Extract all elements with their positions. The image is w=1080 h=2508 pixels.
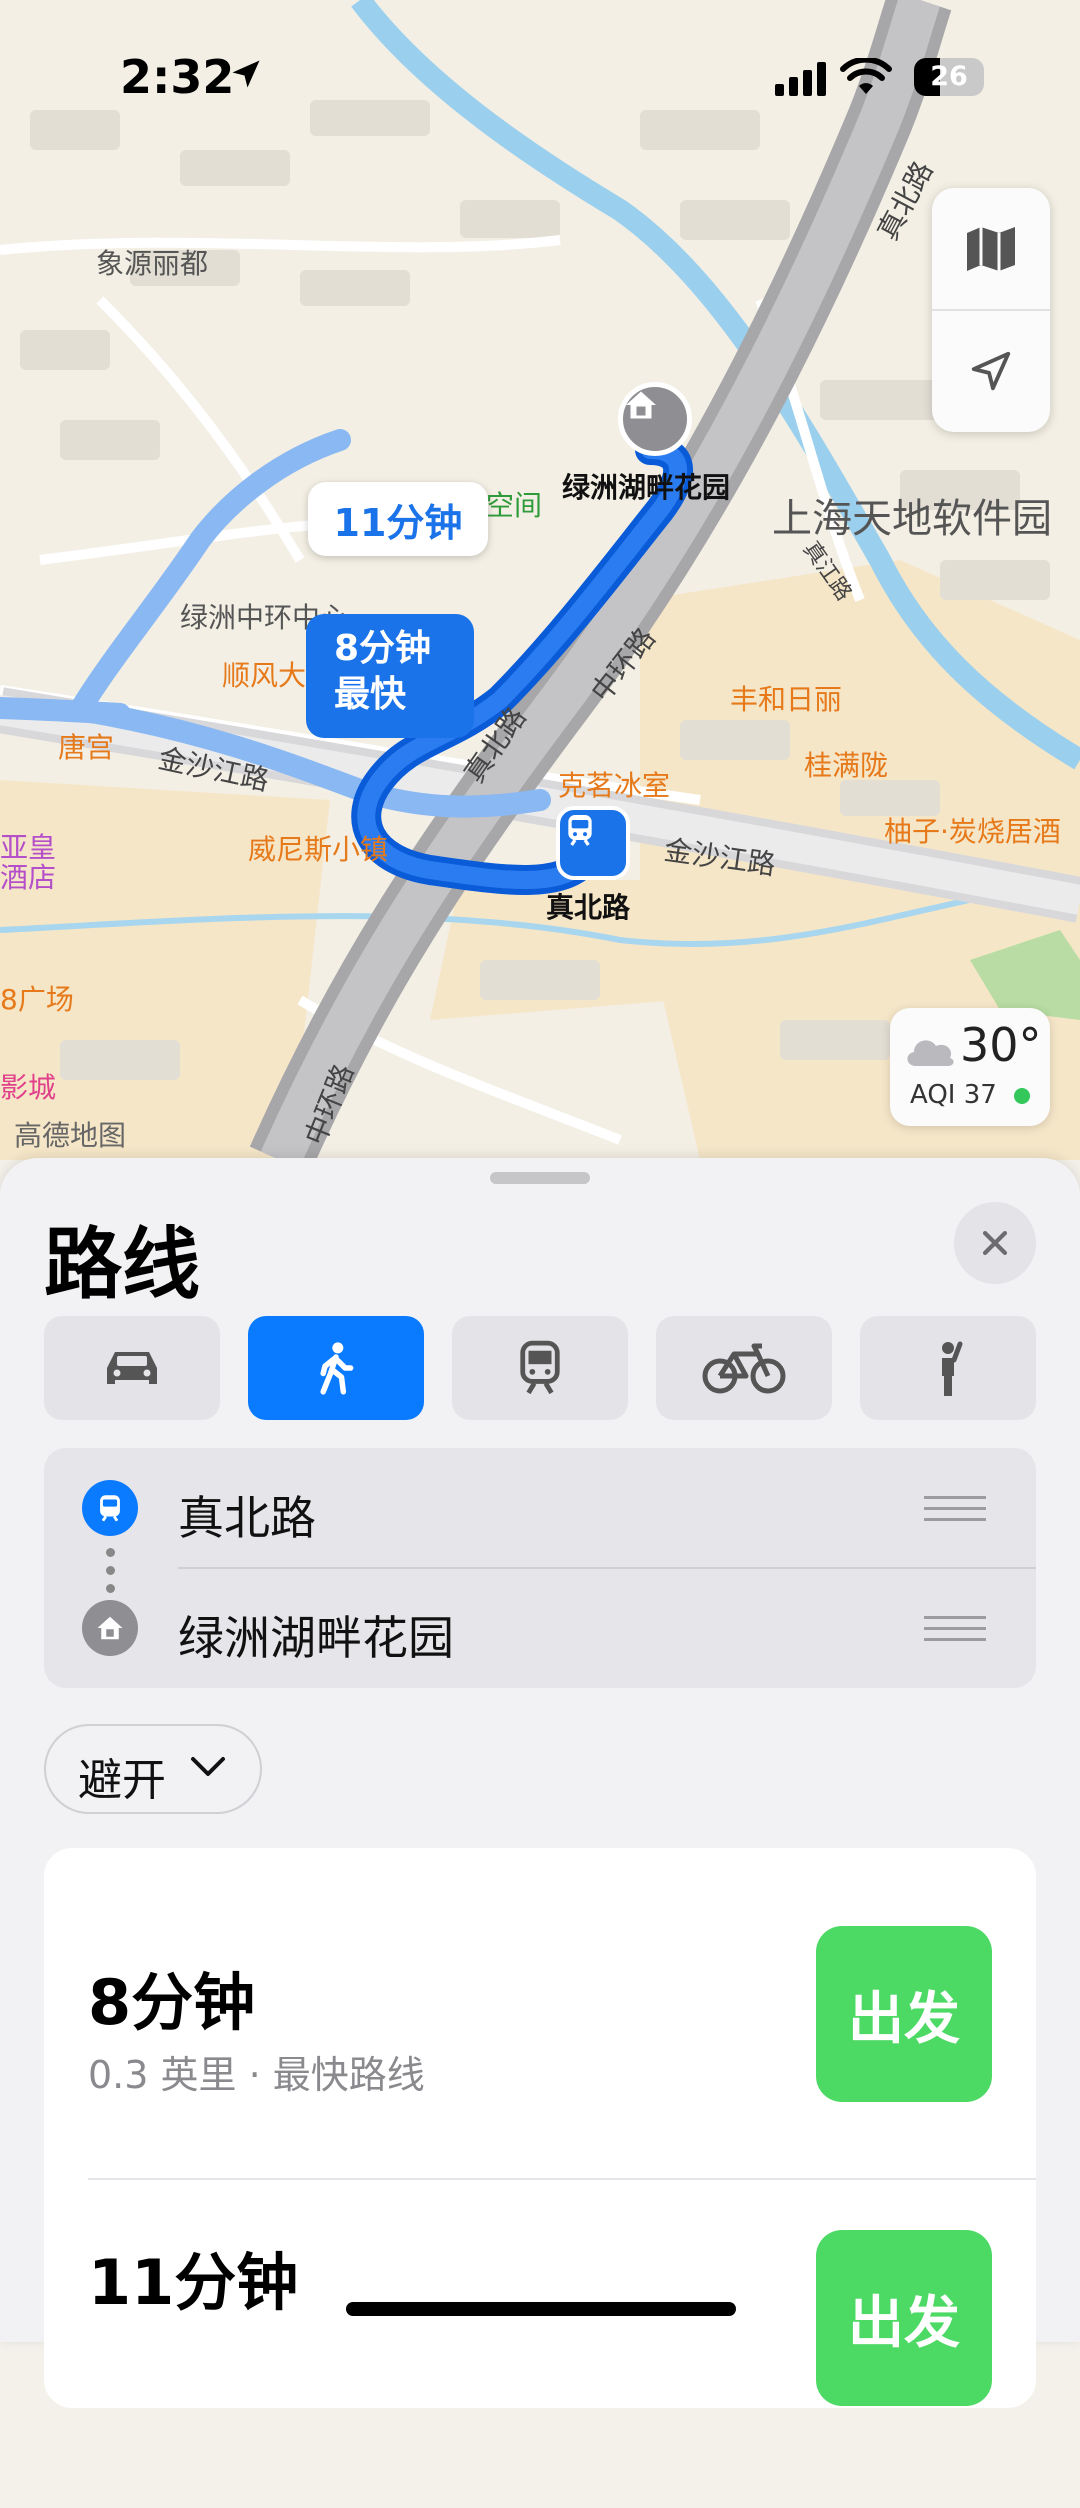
destination-stop-name: 绿洲湖畔花园 [178,1611,454,1665]
weather-widget[interactable]: 30° AQI 37 [890,1008,1050,1126]
map-controls [932,188,1050,432]
poi-label-tanggong[interactable]: 唐宫 [58,726,114,766]
map-mode-button[interactable] [932,188,1050,310]
route-option-fastest[interactable]: 8分钟 0.3 英里 · 最快路线 出发 [44,1848,1036,2178]
poi-label-fenghe[interactable]: 丰和日丽 [730,678,842,718]
map-view[interactable]: 象源丽都 绿洲湖畔花园 空间 上海天地软件园 绿洲中环中心 顺风大 唐宫 金沙江… [0,0,1080,1160]
poi-label-weinisi[interactable]: 威尼斯小镇 [248,828,388,868]
sheet-title: 路线 [44,1220,201,1310]
go-button[interactable]: 出发 [816,1926,992,2102]
weather-aqi: AQI 37 [910,1080,997,1110]
battery-percent: 26 [930,61,968,92]
metro-glyph-icon [100,1495,120,1522]
battery-indicator: 26 [914,58,984,96]
poi-label-guangchang[interactable]: 8广场 [0,978,74,1018]
directions-sheet: 路线 真北路 绿洲湖畔花园 避开 8分钟 0.3 英里 · 最快路线 出发 11… [0,1158,1080,2408]
locate-me-button[interactable] [932,310,1050,432]
walking-icon [320,1342,354,1395]
area-label-shanghai-tiandi[interactable]: 上海天地软件园 [772,486,1052,544]
fast-route-time-bubble[interactable]: 8分钟 最快 [306,614,474,738]
poi-label-jiudian[interactable]: 酒店 [0,856,56,896]
metro-icon [568,815,592,846]
aqi-status-dot [1014,1088,1030,1104]
avoid-label: 避开 [78,1755,166,1806]
map-icon [967,227,1015,271]
destination-stop-row[interactable]: 绿洲湖畔花园 [44,1568,1036,1688]
poi-label-guimanlong[interactable]: 桂满陇 [804,744,888,784]
wifi-icon [840,58,892,94]
status-bar: 2:32 26 [0,0,1080,150]
route-duration: 8分钟 [88,1966,256,2039]
home-glyph-icon [97,1616,123,1640]
origin-station-pin[interactable] [556,806,630,880]
fast-route-time: 8分钟 [334,628,432,669]
mode-ride-hail-button[interactable] [860,1316,1036,1420]
home-icon [626,391,656,419]
poi-label-yingcheng[interactable]: 影城 [0,1066,56,1106]
destination-label[interactable]: 绿洲湖畔花园 [562,466,730,506]
weather-temperature: 30° [960,1018,1042,1072]
avoid-options-button[interactable]: 避开 [44,1724,262,1814]
home-indicator[interactable] [346,2302,736,2316]
close-button[interactable] [954,1202,1036,1284]
mode-transit-button[interactable] [452,1316,628,1420]
cellular-signal-icon [775,62,826,96]
destination-pin[interactable] [618,382,692,456]
station-label[interactable]: 真北路 [546,886,630,926]
reorder-handle-icon[interactable] [924,1496,986,1522]
location-arrow-icon [971,351,1011,391]
poi-label-xiangyuan[interactable]: 象源丽都 [96,242,208,282]
car-icon [107,1352,157,1384]
chevron-down-icon [191,1757,225,1776]
mode-walk-button[interactable] [248,1316,424,1420]
location-services-icon [232,60,260,88]
origin-stop-name: 真北路 [178,1491,316,1545]
destination-home-icon [82,1600,138,1656]
route-options-list: 8分钟 0.3 英里 · 最快路线 出发 11分钟 出发 [44,1848,1036,2408]
cloud-icon [907,1040,954,1066]
fast-route-tag: 最快 [334,674,407,715]
go-button[interactable]: 出发 [816,2230,992,2406]
origin-metro-icon [82,1480,138,1536]
route-duration: 11分钟 [88,2246,299,2319]
poi-label-kongjian[interactable]: 空间 [486,484,542,524]
person-hail-icon [942,1341,963,1396]
reorder-handle-icon[interactable] [924,1616,986,1642]
map-attribution[interactable]: 高德地图 [14,1114,126,1154]
poi-label-shunfeng[interactable]: 顺风大 [222,654,306,694]
alt-route-time-bubble[interactable]: 11分钟 [308,482,488,556]
transport-mode-selector [44,1316,1036,1420]
bicycle-icon [702,1343,786,1394]
poi-label-youzi[interactable]: 柚子·炭烧居酒 [884,810,1061,850]
origin-stop-row[interactable]: 真北路 [44,1448,1036,1568]
route-details: 0.3 英里 · 最快路线 [88,2053,425,2097]
route-option-alternate[interactable]: 11分钟 出发 [44,2178,1036,2508]
mode-bike-button[interactable] [656,1316,832,1420]
train-icon [520,1340,560,1395]
mode-drive-button[interactable] [44,1316,220,1420]
poi-label-kemingbingshi[interactable]: 克茗冰室 [558,764,670,804]
sheet-grabber[interactable] [490,1172,590,1184]
status-time: 2:32 [120,50,235,104]
close-icon [982,1230,1008,1256]
route-stops-card: 真北路 绿洲湖畔花园 [44,1448,1036,1688]
